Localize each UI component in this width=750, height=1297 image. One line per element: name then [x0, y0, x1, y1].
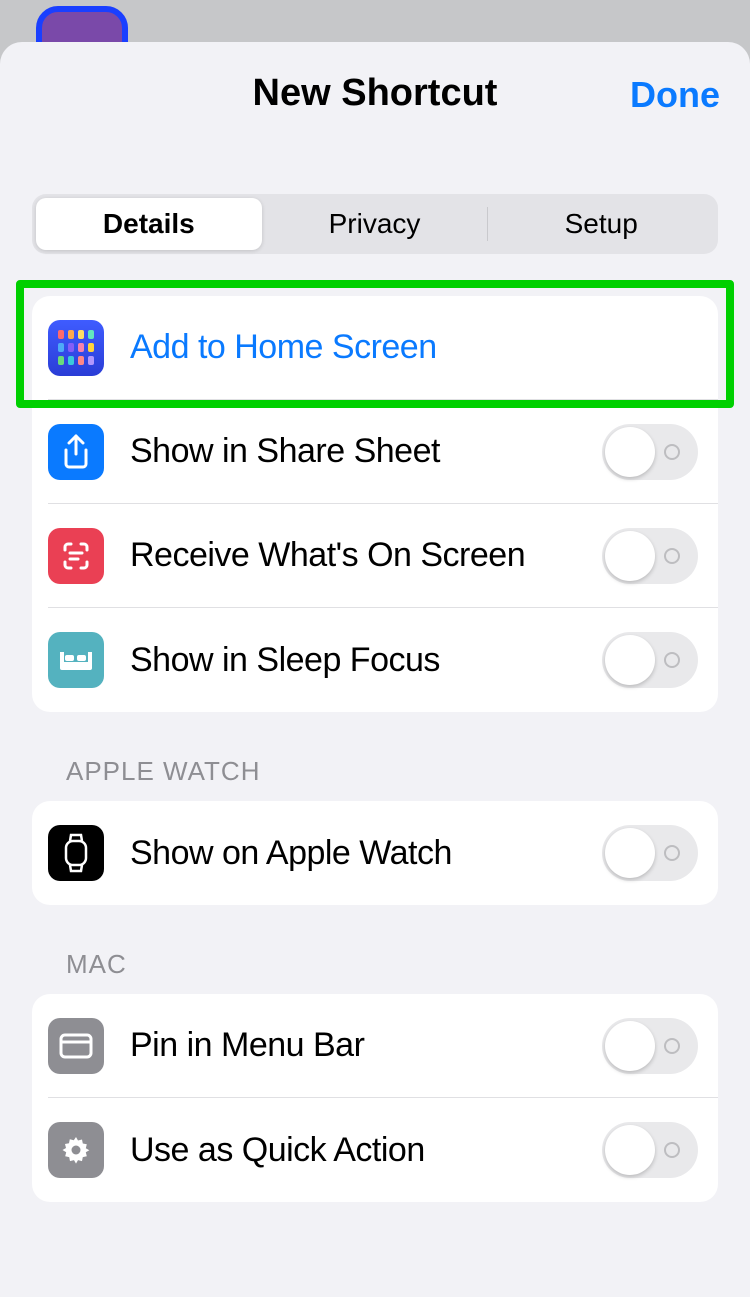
options-group-mac: Pin in Menu Bar Use as Quick Action — [32, 994, 718, 1202]
row-pin-menu-bar: Pin in Menu Bar — [48, 994, 718, 1098]
pin-menu-bar-label: Pin in Menu Bar — [130, 1023, 576, 1067]
section-title-mac: MAC — [66, 949, 700, 980]
apple-watch-toggle[interactable] — [602, 825, 698, 881]
row-receive-on-screen: Receive What's On Screen — [48, 504, 718, 608]
home-screen-icon — [48, 320, 104, 376]
sleep-focus-label: Show in Sleep Focus — [130, 638, 576, 682]
share-icon — [48, 424, 104, 480]
row-quick-action: Use as Quick Action — [48, 1098, 718, 1202]
sheet-title: New Shortcut — [253, 72, 498, 114]
apple-watch-icon — [48, 825, 104, 881]
share-sheet-toggle[interactable] — [602, 424, 698, 480]
quick-action-toggle[interactable] — [602, 1122, 698, 1178]
receive-on-screen-toggle[interactable] — [602, 528, 698, 584]
quick-action-label: Use as Quick Action — [130, 1128, 576, 1172]
apple-watch-label: Show on Apple Watch — [130, 831, 576, 875]
share-sheet-label: Show in Share Sheet — [130, 429, 576, 473]
tab-setup[interactable]: Setup — [488, 198, 714, 250]
add-to-home-screen-label: Add to Home Screen — [130, 325, 698, 369]
section-title-apple-watch: APPLE WATCH — [66, 756, 700, 787]
pin-menu-bar-toggle[interactable] — [602, 1018, 698, 1074]
sleep-focus-icon — [48, 632, 104, 688]
receive-screen-icon — [48, 528, 104, 584]
tab-details[interactable]: Details — [36, 198, 262, 250]
tab-privacy[interactable]: Privacy — [262, 198, 488, 250]
segmented-control: Details Privacy Setup — [32, 194, 718, 254]
menu-bar-icon — [48, 1018, 104, 1074]
row-add-to-home-screen[interactable]: Add to Home Screen — [48, 296, 718, 400]
sleep-focus-toggle[interactable] — [602, 632, 698, 688]
sheet-header: New Shortcut Done — [0, 72, 750, 132]
shortcut-settings-sheet: New Shortcut Done Details Privacy Setup … — [0, 42, 750, 1297]
done-button[interactable]: Done — [630, 74, 720, 116]
receive-on-screen-label: Receive What's On Screen — [130, 533, 576, 577]
row-sleep-focus: Show in Sleep Focus — [48, 608, 718, 712]
options-group-main: Add to Home Screen Show in Share Sheet — [32, 296, 718, 712]
options-group-apple-watch: Show on Apple Watch — [32, 801, 718, 905]
row-apple-watch: Show on Apple Watch — [48, 801, 718, 905]
quick-action-icon — [48, 1122, 104, 1178]
row-share-sheet: Show in Share Sheet — [48, 400, 718, 504]
